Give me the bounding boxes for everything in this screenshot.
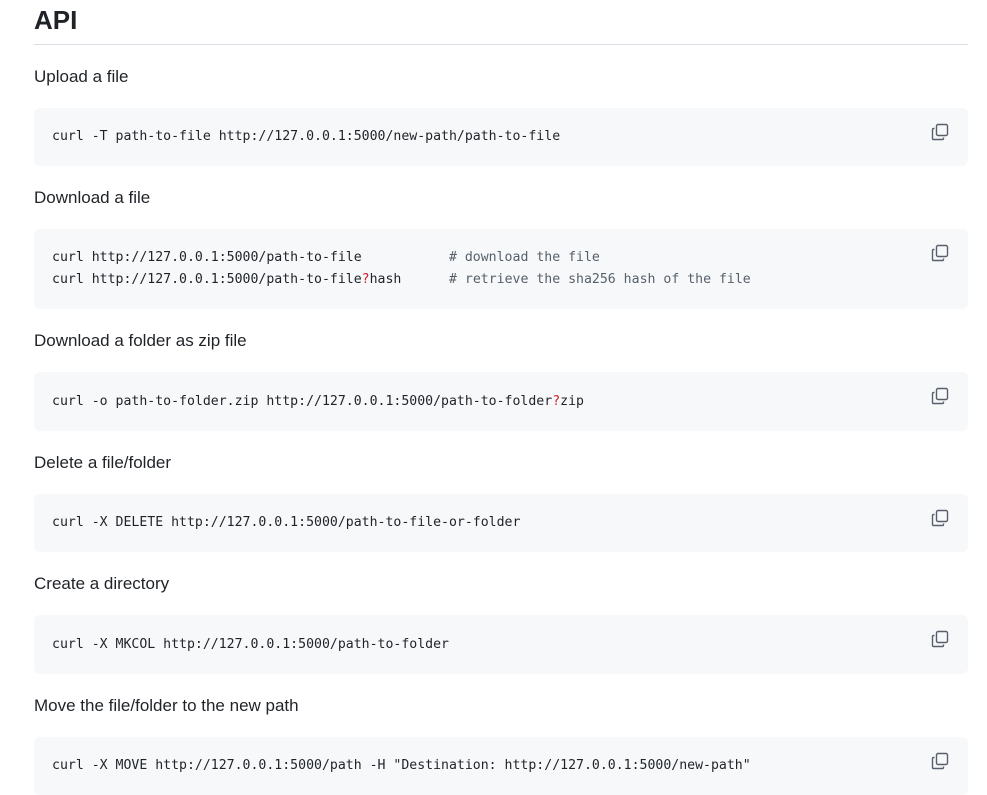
code-block: curl -o path-to-folder.zip http://127.0.… [34,372,968,431]
code-token: curl -o path-to-folder.zip http://127.0.… [52,394,553,409]
copy-button[interactable] [930,629,950,649]
section-label: Upload a file [34,67,129,86]
code-token: curl -X MKCOL http://127.0.0.1:5000/path… [52,637,449,652]
code-line: curl -X DELETE http://127.0.0.1:5000/pat… [52,512,520,534]
code-text: curl http://127.0.0.1:5000/path-to-file … [52,247,751,291]
code-comment: # retrieve the sha256 hash of the file [449,272,751,287]
code-line: curl http://127.0.0.1:5000/path-to-file … [52,247,751,269]
code-token: curl -T path-to-file http://127.0.0.1:50… [52,129,561,144]
code-block: curl -X DELETE http://127.0.0.1:5000/pat… [34,494,968,552]
code-text: curl -X MKCOL http://127.0.0.1:5000/path… [52,634,449,656]
copy-icon [930,122,950,142]
section-label: Delete a file/folder [34,453,172,472]
section-label: Download a file [34,188,151,207]
code-block: curl -T path-to-file http://127.0.0.1:50… [34,108,968,166]
code-token: curl -X MOVE http://127.0.0.1:5000/path … [52,758,751,773]
code-line: curl -X MKCOL http://127.0.0.1:5000/path… [52,634,449,656]
copy-icon [930,243,950,263]
copy-icon [930,508,950,528]
copy-button[interactable] [930,508,950,528]
code-block: curl http://127.0.0.1:5000/path-to-file … [34,229,968,309]
code-token: zip [560,394,584,409]
section-heading: API [34,5,78,35]
code-line: curl http://127.0.0.1:5000/path-to-file?… [52,269,751,291]
code-text: curl -o path-to-folder.zip http://127.0.… [52,391,584,413]
code-block: curl -X MOVE http://127.0.0.1:5000/path … [34,737,968,795]
code-operator: ? [552,394,561,409]
copy-icon [930,629,950,649]
code-block: curl -X MKCOL http://127.0.0.1:5000/path… [34,615,968,674]
copy-button[interactable] [930,243,950,263]
section-label: Move the file/folder to the new path [34,696,299,715]
code-token: curl -X DELETE http://127.0.0.1:5000/pat… [52,515,521,530]
section-label: Download a folder as zip file [34,331,247,350]
heading-divider [34,44,968,45]
code-text: curl -T path-to-file http://127.0.0.1:50… [52,126,560,148]
code-token: hash [369,272,450,287]
copy-button[interactable] [930,751,950,771]
copy-button[interactable] [930,386,950,406]
code-line: curl -o path-to-folder.zip http://127.0.… [52,391,584,413]
code-comment: # download the file [448,250,600,265]
section-label: Create a directory [34,574,170,593]
copy-icon [930,386,950,406]
code-token: curl http://127.0.0.1:5000/path-to-file [52,272,362,287]
code-text: curl -X MOVE http://127.0.0.1:5000/path … [52,755,751,777]
copy-icon [930,751,950,771]
code-text: curl -X DELETE http://127.0.0.1:5000/pat… [52,512,520,534]
code-line: curl -X MOVE http://127.0.0.1:5000/path … [52,755,751,777]
code-token: curl http://127.0.0.1:5000/path-to-file [52,250,449,265]
copy-button[interactable] [930,122,950,142]
readme-page: API Upload a file curl -T path-to-file ht… [0,0,987,795]
code-operator: ? [361,272,370,287]
code-line: curl -T path-to-file http://127.0.0.1:50… [52,126,560,148]
